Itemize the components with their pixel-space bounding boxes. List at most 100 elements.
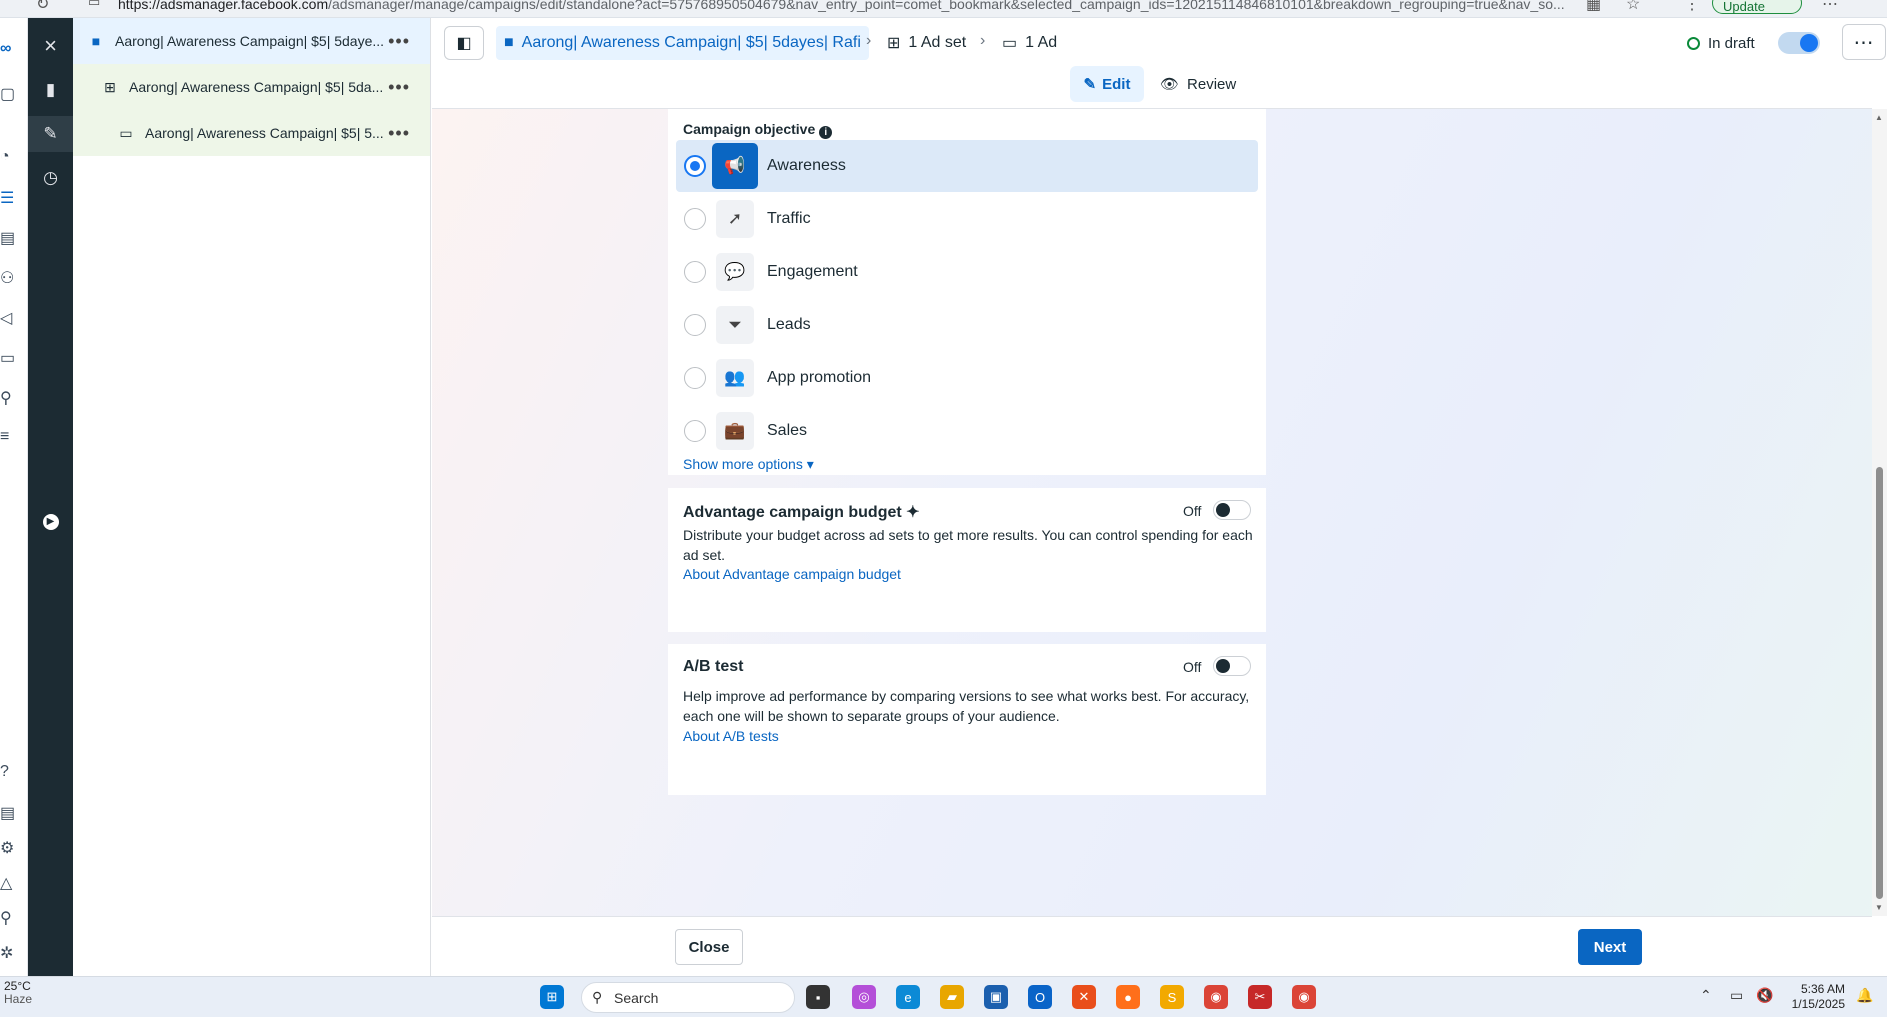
people-icon: 👥: [716, 359, 754, 397]
sublime-icon[interactable]: S: [1160, 985, 1184, 1009]
radio-button[interactable]: [684, 155, 706, 177]
billing-icon[interactable]: ▭: [0, 348, 15, 368]
advantage-budget-toggle[interactable]: [1213, 500, 1251, 520]
scrollbar[interactable]: ▲ ▼: [1872, 109, 1887, 916]
scroll-up-icon[interactable]: ▲: [1875, 113, 1883, 122]
weather-widget[interactable]: 25°C Haze: [4, 980, 32, 1006]
more-options-icon[interactable]: •••: [388, 31, 410, 52]
eye-icon: 👁: [1160, 76, 1180, 93]
objective-option-leads[interactable]: ⏷ Leads: [676, 299, 1258, 351]
xampp-icon[interactable]: ✕: [1072, 985, 1096, 1009]
network-icon[interactable]: ▭: [1730, 987, 1743, 1004]
objective-option-traffic[interactable]: ➚ Traffic: [676, 193, 1258, 245]
radio-button[interactable]: [684, 314, 706, 336]
expand-arrow-icon[interactable]: ▶: [28, 504, 73, 540]
notification-bell-icon[interactable]: 🔔: [1856, 987, 1873, 1004]
search-nav-icon[interactable]: ⚲: [0, 388, 12, 408]
reload-icon[interactable]: ↻: [36, 0, 49, 14]
objective-option-engagement[interactable]: 💬 Engagement: [676, 246, 1258, 298]
objective-option-awareness[interactable]: 📢 Awareness: [676, 140, 1258, 192]
tree-item-ad[interactable]: ▭ Aarong| Awareness Campaign| $5| 5... •…: [73, 110, 430, 156]
breadcrumb-campaign[interactable]: ■ Aarong| Awareness Campaign| $5| 5dayes|…: [496, 26, 869, 60]
more-options-icon[interactable]: •••: [388, 77, 410, 98]
edit-tab[interactable]: ✎ Edit: [1070, 66, 1144, 102]
history-clock-icon[interactable]: ◷: [28, 160, 73, 196]
chrome-icon[interactable]: ◉: [1204, 985, 1228, 1009]
dashboard-icon[interactable]: ◔: [0, 148, 10, 166]
breadcrumb-ad[interactable]: ▭ 1 Ad: [1002, 26, 1057, 60]
more-options-icon[interactable]: •••: [388, 123, 410, 144]
chart-icon[interactable]: ▮: [28, 72, 73, 108]
site-info-icon[interactable]: ▭: [88, 0, 100, 10]
audiences-icon[interactable]: ⚇: [0, 268, 14, 288]
briefcase-icon: 💼: [716, 412, 754, 450]
show-more-options-link[interactable]: Show more options ▾: [683, 456, 814, 473]
caret-down-icon: ▾: [806, 456, 814, 472]
ab-test-toggle[interactable]: [1213, 656, 1251, 676]
outlook-icon[interactable]: O: [1028, 985, 1052, 1009]
avatar-icon[interactable]: ▢: [0, 84, 15, 104]
ad-icon: ▭: [119, 124, 133, 141]
more-actions-button[interactable]: ⋯: [1842, 24, 1886, 60]
radio-button[interactable]: [684, 420, 706, 442]
radio-button[interactable]: [684, 208, 706, 230]
ellipsis-icon: ⋯: [1853, 31, 1875, 54]
objective-option-app-promotion[interactable]: 👥 App promotion: [676, 352, 1258, 404]
scroll-down-icon[interactable]: ▼: [1875, 903, 1883, 912]
windows-start-icon[interactable]: ⊞: [540, 985, 564, 1009]
show-hidden-icons[interactable]: ⌃: [1700, 987, 1712, 1004]
status-badge: In draft: [1687, 26, 1755, 60]
about-ab-tests-link[interactable]: About A/B tests: [683, 728, 779, 744]
edge-icon[interactable]: e: [896, 985, 920, 1009]
volume-muted-icon[interactable]: 🔇: [1756, 987, 1773, 1004]
help-icon[interactable]: ?: [0, 763, 9, 781]
objective-option-sales[interactable]: 💼 Sales: [676, 405, 1258, 457]
notifications-icon[interactable]: △: [0, 873, 12, 893]
cursor-icon: ➚: [716, 200, 754, 238]
scrollbar-thumb[interactable]: [1876, 467, 1883, 899]
update-button[interactable]: Update: [1712, 0, 1802, 14]
close-editor-icon[interactable]: ×: [28, 28, 73, 64]
info-icon[interactable]: i: [819, 126, 833, 139]
settings-icon[interactable]: ⚙: [0, 838, 14, 858]
breadcrumb-adset[interactable]: ⊞ 1 Ad set: [887, 26, 966, 60]
editor-main: ◧ ■ Aarong| Awareness Campaign| $5| 5daye…: [432, 18, 1887, 976]
tree-item-adset[interactable]: ⊞ Aarong| Awareness Campaign| $5| 5da...…: [73, 64, 430, 110]
radio-button[interactable]: [684, 261, 706, 283]
app-icon[interactable]: ▦: [1586, 0, 1601, 14]
news-icon[interactable]: ▤: [0, 803, 15, 823]
browser-menu-icon[interactable]: ⋯: [1822, 0, 1838, 14]
clock[interactable]: 5:36 AM 1/15/2025: [1790, 982, 1845, 1012]
search-bottom-icon[interactable]: ⚲: [0, 908, 12, 928]
tree-item-campaign[interactable]: ■ Aarong| Awareness Campaign| $5| 5daye.…: [73, 18, 430, 64]
taskbar-search[interactable]: ⚲ Search: [581, 982, 795, 1013]
radio-button[interactable]: [684, 367, 706, 389]
close-button[interactable]: Close: [675, 929, 743, 965]
url-text[interactable]: https://adsmanager.facebook.com/adsmanag…: [118, 0, 1565, 12]
store-icon[interactable]: ▣: [984, 985, 1008, 1009]
draft-status-icon: [1687, 36, 1700, 50]
chrome-profile-icon[interactable]: ◉: [1292, 985, 1316, 1009]
firefox-icon[interactable]: ●: [1116, 985, 1140, 1009]
review-tab[interactable]: 👁 Review: [1160, 66, 1240, 102]
snipping-tool-icon[interactable]: ✂: [1248, 985, 1272, 1009]
menu-icon[interactable]: ≡: [0, 428, 9, 446]
search-icon: ⚲: [592, 989, 603, 1005]
folder-icon: ■: [91, 33, 101, 49]
meta-logo-icon[interactable]: ∞: [0, 40, 11, 58]
about-advantage-budget-link[interactable]: About Advantage campaign budget: [683, 566, 901, 582]
collections-icon[interactable]: ⋮: [1684, 0, 1700, 14]
copilot-icon[interactable]: ◎: [852, 985, 876, 1009]
objective-card: Campaign objective i 📢 Awareness ➚ Traffi…: [668, 109, 1266, 475]
task-view-icon[interactable]: ▪: [806, 985, 830, 1009]
reports-icon[interactable]: ▤: [0, 228, 15, 248]
folder-icon: ■: [504, 34, 514, 51]
megaphone-nav-icon[interactable]: ◁: [0, 308, 12, 328]
favorite-star-icon[interactable]: ☆: [1626, 0, 1640, 14]
file-explorer-icon[interactable]: ▰: [940, 985, 964, 1009]
bug-icon[interactable]: ✲: [0, 943, 13, 963]
toggle-panel-button[interactable]: ◧: [444, 26, 484, 60]
edit-pencil-icon[interactable]: ✎: [28, 116, 73, 152]
next-button[interactable]: Next: [1578, 929, 1642, 965]
campaigns-icon[interactable]: ☰: [0, 188, 14, 208]
